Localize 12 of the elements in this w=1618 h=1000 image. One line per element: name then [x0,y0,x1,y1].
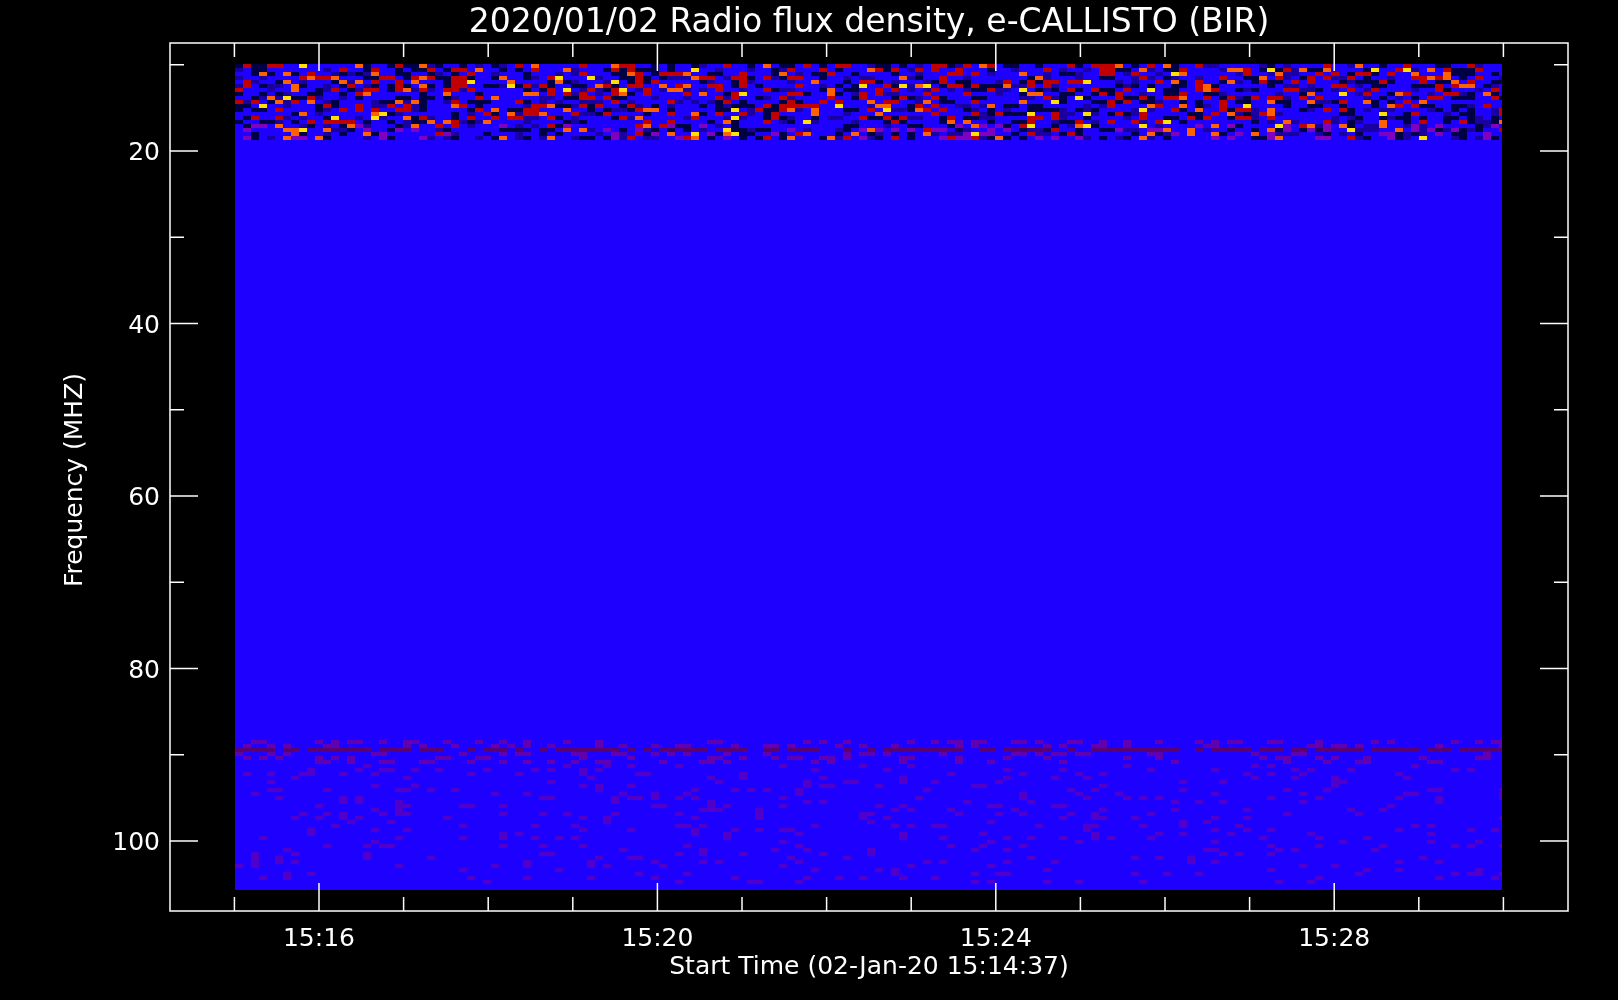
y-tick-label: 80 [128,654,160,684]
y-tick-label: 20 [128,137,160,166]
y-tick-label: 100 [112,827,160,856]
y-tick-label: 60 [128,482,160,511]
y-tick-label: 40 [128,309,160,339]
x-tick-label: 15:16 [283,923,355,952]
chart-title: 2020/01/02 Radio flux density, e-CALLISTO (BIR) [468,1,1270,40]
x-tick-label: 15:24 [959,923,1032,952]
x-axis-label: Start Time (02-Jan-20 15:14:37) [669,951,1069,980]
x-tick-label: 15:20 [621,923,694,952]
y-axis-label: Frequency (MHZ) [59,372,88,588]
x-tick-label: 15:28 [1298,923,1371,952]
